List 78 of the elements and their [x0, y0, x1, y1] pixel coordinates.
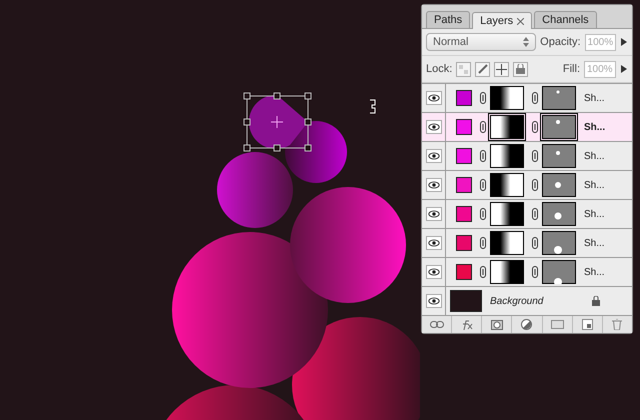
layer-name: Sh... — [584, 266, 605, 278]
eye-icon[interactable] — [426, 178, 442, 192]
link-icon — [480, 150, 486, 162]
link-icon — [480, 179, 486, 191]
eye-icon[interactable] — [426, 149, 442, 163]
link-icon — [480, 237, 486, 249]
eye-icon[interactable] — [426, 207, 442, 221]
effects-icon[interactable] — [460, 320, 473, 330]
adjustment-icon[interactable] — [521, 319, 532, 330]
layer-row[interactable]: Sh... — [422, 229, 632, 258]
layer-name: Background — [490, 296, 544, 306]
trash-icon[interactable] — [612, 319, 622, 330]
close-icon[interactable] — [517, 18, 524, 24]
fill-label: Fill: — [562, 63, 580, 75]
link-icon — [532, 237, 538, 249]
vector-mask-thumbnail — [542, 231, 576, 255]
layer-row[interactable]: Sh... — [422, 84, 632, 113]
blend-mode-dropdown[interactable]: Normal — [426, 33, 536, 51]
layer-name: Sh... — [584, 208, 605, 220]
link-icon — [532, 266, 538, 278]
layer-row[interactable]: Sh... — [422, 258, 632, 287]
layer-row[interactable]: Background — [422, 287, 632, 315]
panel-tab[interactable]: Paths — [426, 11, 470, 28]
color-swatch[interactable] — [456, 148, 472, 164]
panel-tab[interactable]: Layers — [472, 12, 532, 29]
gradient-mask-thumbnail — [490, 202, 524, 226]
gradient-mask-thumbnail — [490, 115, 524, 139]
eye-icon[interactable] — [426, 91, 442, 105]
vector-mask-thumbnail — [542, 260, 576, 284]
link-icon — [480, 92, 486, 104]
color-swatch[interactable] — [456, 235, 472, 251]
eye-icon[interactable] — [426, 294, 442, 308]
panel-tab[interactable]: Channels — [534, 11, 597, 28]
vector-mask-thumbnail — [542, 86, 576, 110]
link-icon — [480, 121, 486, 133]
lock-icon[interactable] — [513, 62, 528, 76]
move-icon[interactable] — [494, 62, 510, 76]
mask-icon[interactable] — [490, 320, 503, 330]
vector-mask-thumbnail — [542, 144, 576, 168]
gradient-mask-thumbnail — [490, 173, 524, 197]
vector-mask-thumbnail — [542, 115, 576, 139]
lock-label: Lock: — [426, 63, 452, 75]
link-icon[interactable] — [430, 321, 444, 328]
layer-name: Sh... — [584, 150, 605, 162]
menu-arrow-icon[interactable] — [620, 65, 628, 73]
layer-name: Sh... — [584, 238, 605, 248]
link-icon — [532, 208, 538, 220]
vector-mask-thumbnail — [542, 173, 576, 197]
layer-name: Sh... — [584, 122, 606, 132]
color-swatch[interactable] — [456, 119, 472, 135]
gradient-mask-thumbnail — [490, 86, 524, 110]
layer-row[interactable]: Sh... — [422, 113, 632, 142]
eye-icon[interactable] — [426, 265, 442, 279]
layer-name: Sh... — [584, 180, 605, 190]
layer-row[interactable]: Sh... — [422, 200, 632, 229]
layer-name: Sh... — [584, 92, 605, 104]
new-layer-icon[interactable] — [582, 319, 593, 330]
gradient-mask-thumbnail — [490, 231, 524, 255]
color-swatch[interactable] — [456, 206, 472, 222]
opacity-label: Opacity: — [540, 36, 581, 48]
link-icon — [532, 150, 538, 162]
layer-row[interactable]: Sh... — [422, 142, 632, 171]
eye-icon[interactable] — [426, 120, 442, 134]
color-swatch[interactable] — [456, 264, 472, 280]
link-icon — [480, 208, 486, 220]
link-icon — [532, 92, 538, 104]
gradient-mask-thumbnail — [490, 144, 524, 168]
vector-mask-thumbnail — [542, 202, 576, 226]
menu-arrow-icon[interactable] — [620, 38, 628, 46]
eye-icon[interactable] — [426, 236, 442, 250]
stepper-icon — [523, 37, 530, 47]
gradient-mask-thumbnail — [490, 260, 524, 284]
link-icon — [532, 179, 538, 191]
link-icon — [480, 266, 486, 278]
layer-row[interactable]: Sh... — [422, 171, 632, 200]
link-icon — [532, 121, 538, 133]
color-swatch[interactable] — [456, 177, 472, 193]
color-swatch[interactable] — [456, 90, 472, 106]
